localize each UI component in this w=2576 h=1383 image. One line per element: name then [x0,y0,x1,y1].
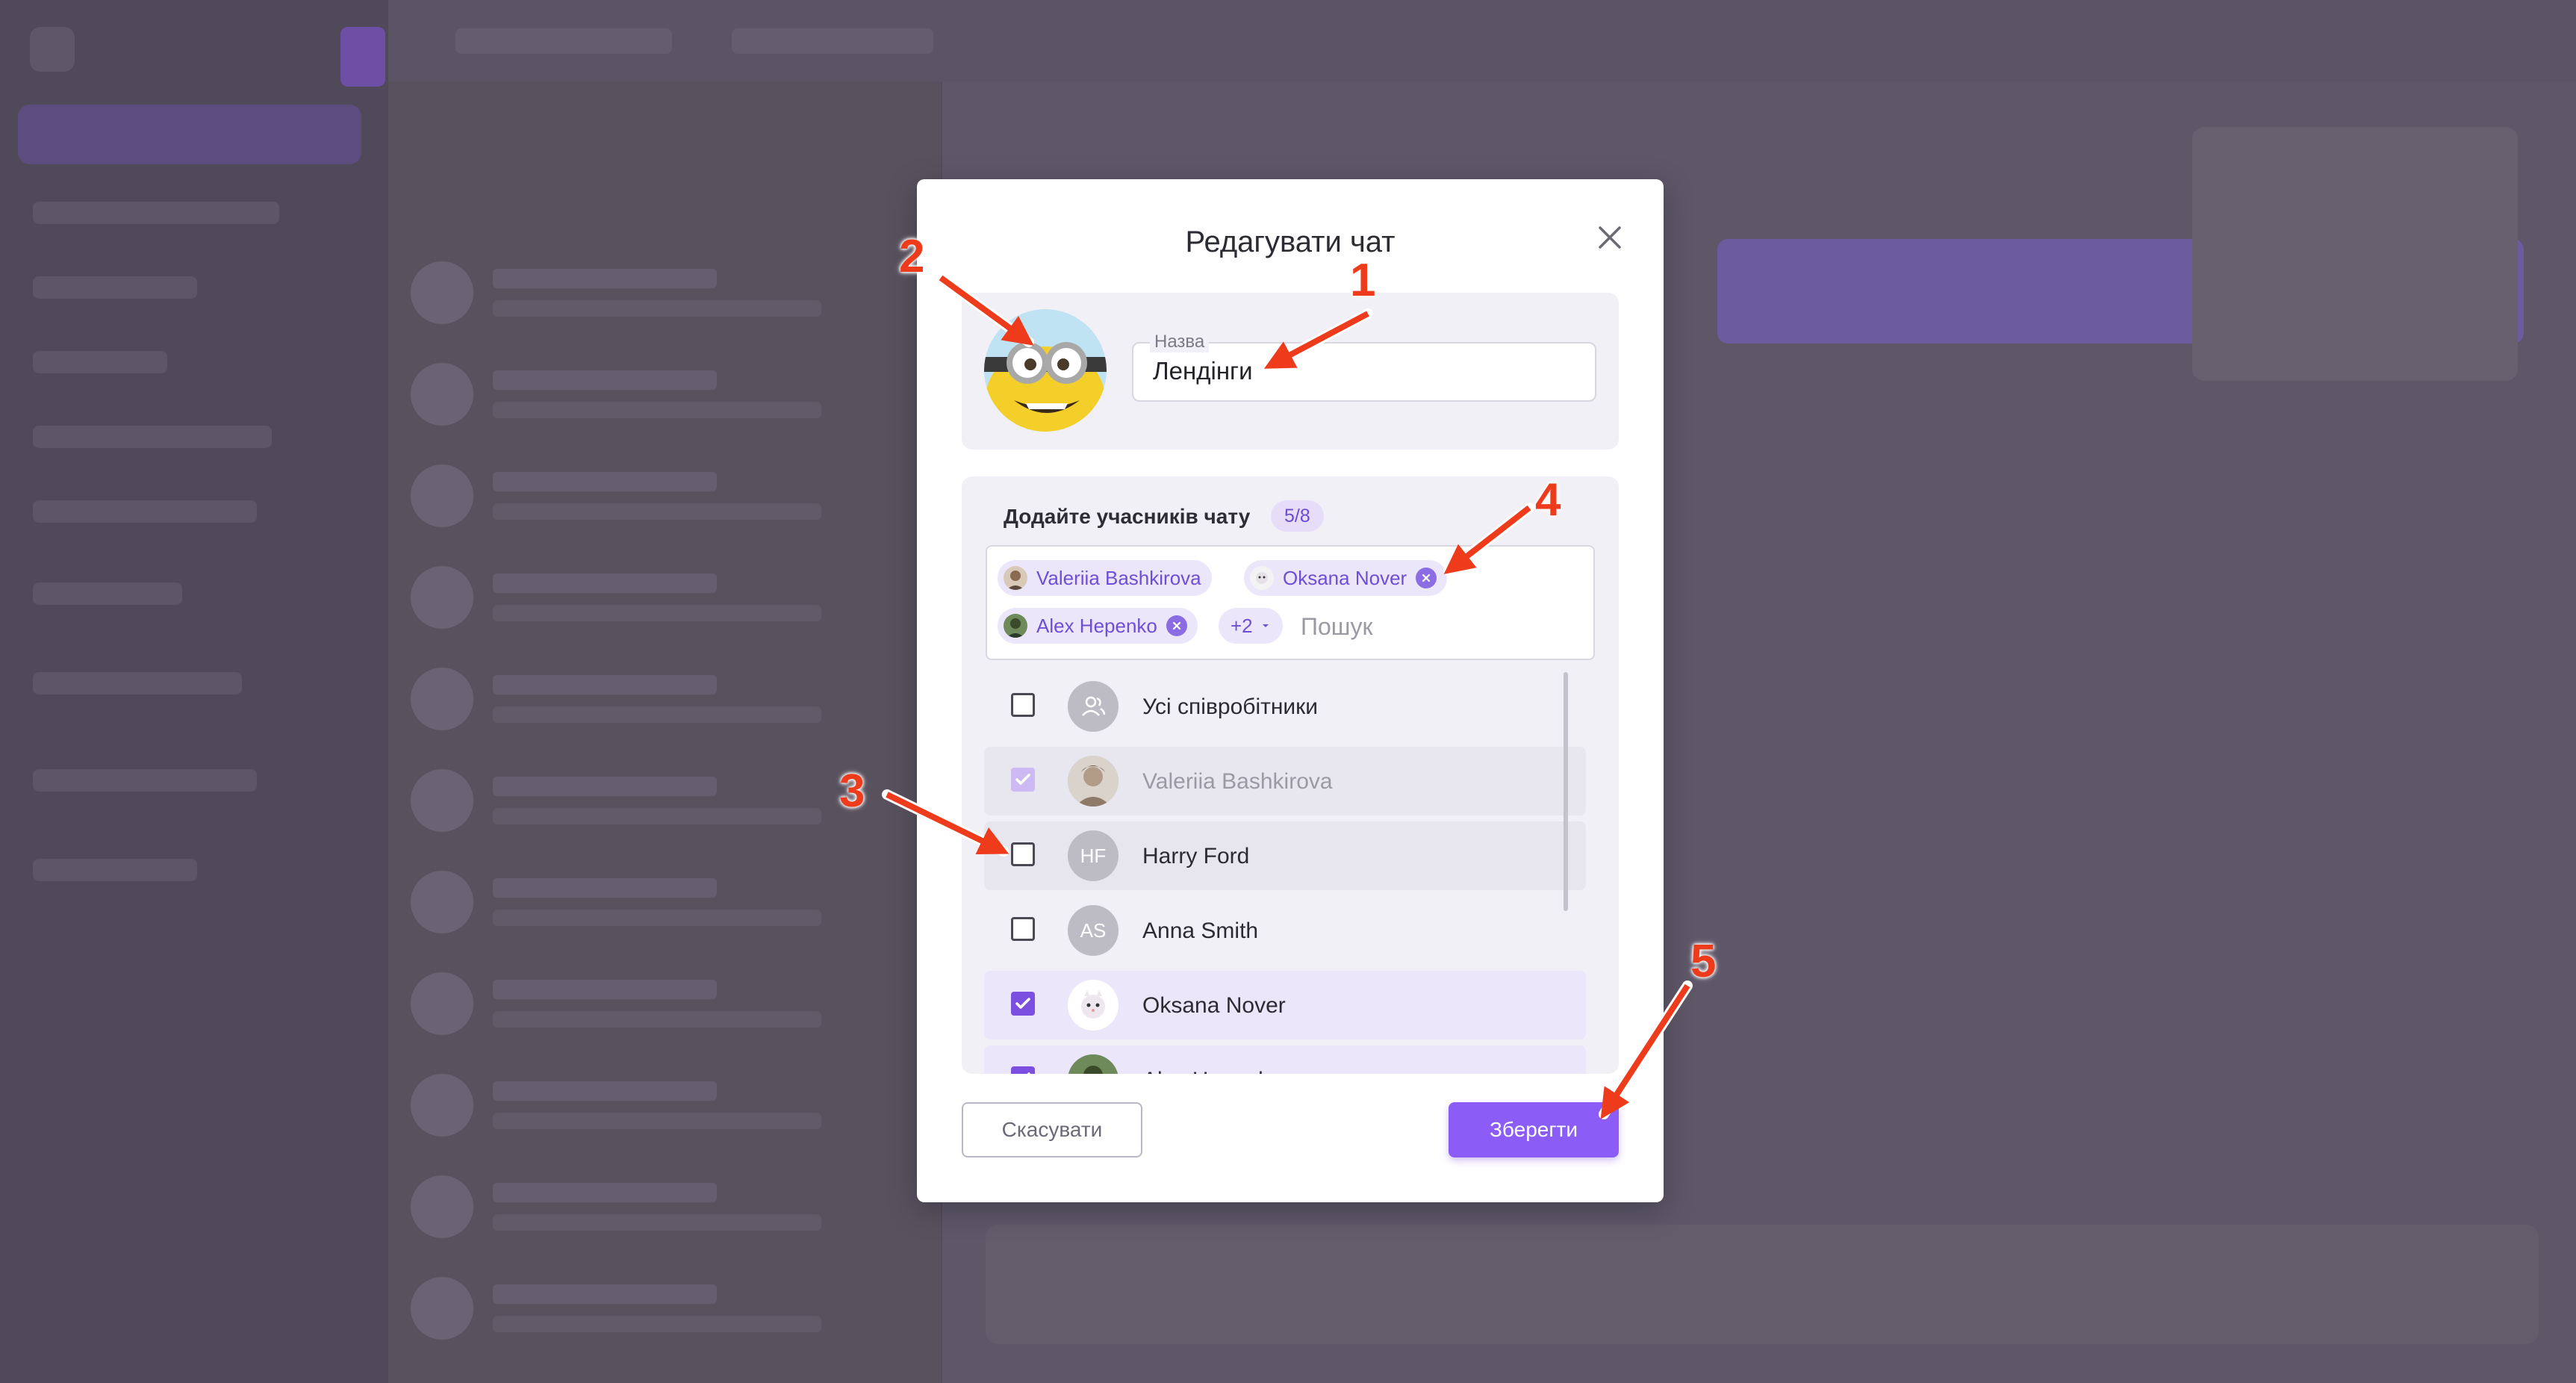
name-panel: Назва Лендінги [962,293,1619,450]
bg-tab [732,28,933,54]
checkbox[interactable] [1011,842,1035,866]
close-icon [1172,621,1180,630]
close-button[interactable] [1592,220,1628,255]
modal-title: Редагувати чат [1185,226,1396,258]
bg-sidebar-item [33,276,197,299]
list-item[interactable]: Alex Hepenko [984,1045,1586,1074]
check-icon [1015,774,1030,785]
bg-chat-row [411,348,926,430]
checkbox [1011,768,1035,792]
selected-members-box[interactable]: Valeriia Bashkirova Oksana Nover Alex He… [986,545,1595,660]
check-icon [1015,998,1030,1009]
list-item[interactable]: AS Anna Smith [984,896,1586,965]
member-name: Harry Ford [1142,844,1250,868]
bg-message-input [986,1225,2539,1344]
checkbox[interactable] [1011,693,1035,717]
close-icon [1422,574,1431,582]
member-search-input[interactable] [1299,608,1571,645]
bg-chat-row [411,653,926,735]
users-icon [1082,696,1106,716]
members-panel: Додайте учасників чату 5/8 Valeriia Bash… [962,476,1619,1074]
avatar [1068,1054,1119,1074]
checkbox[interactable] [1011,1066,1035,1074]
remove-chip-button[interactable] [1416,568,1437,588]
avatar-initials: AS [1068,905,1119,956]
edit-chat-modal: Редагувати чат Назва Лендінги Додайте уч… [917,179,1664,1202]
bg-chat-list [388,82,942,1383]
member-name: Valeriia Bashkirova [1142,769,1333,794]
minion-avatar-icon [984,309,1107,432]
avatar [1004,566,1027,590]
bg-sidebar-item [33,769,257,792]
bg-chat-row [411,1262,926,1344]
member-chip: Alex Hepenko [998,608,1198,644]
list-item[interactable]: HF Harry Ford [984,821,1586,890]
save-button[interactable]: Зберегти [1449,1102,1619,1157]
bg-sidebar-item [33,672,242,694]
annotation-number: 2 [899,231,925,282]
bg-chat-row [411,246,926,329]
close-icon [1599,226,1621,249]
avatar [1068,980,1119,1031]
bg-topbar [388,0,2576,84]
bg-sidebar-item [33,426,272,448]
group-avatar [1068,681,1119,732]
bg-chat-row [411,1059,926,1141]
list-scrollbar[interactable] [1564,672,1568,911]
member-chip: Valeriia Bashkirova [998,560,1212,596]
members-list[interactable]: Усі співробітники Valeriia Bashkirova HF… [984,672,1590,1074]
bg-chat-row [411,1160,926,1243]
avatar [1068,756,1119,807]
members-title: Додайте учасників чату [1004,505,1251,528]
bg-sidebar-item [33,202,279,224]
annotation-number: 4 [1535,474,1561,526]
bg-context-menu [2192,127,2518,381]
member-name: Anna Smith [1142,919,1259,943]
chat-name-field[interactable]: Назва Лендінги [1132,332,1596,402]
member-name: Alex Hepenko [1142,1068,1282,1074]
chat-name-label: Назва [1150,332,1210,352]
member-name: Oksana Nover [1142,993,1286,1018]
bg-sidebar-active-item [18,105,361,164]
avatar [1004,614,1027,638]
annotation-number: 5 [1690,936,1717,987]
chevron-down-icon [1262,624,1269,627]
chat-avatar[interactable] [984,309,1107,432]
checkbox[interactable] [1011,992,1035,1016]
chat-name-value: Лендінги [1153,357,1253,385]
bg-logo [30,27,75,72]
checkbox[interactable] [1011,917,1035,941]
members-count-badge: 5/8 [1271,500,1324,532]
bg-sidebar-item [33,351,167,373]
more-chip-label: +2 [1231,614,1253,637]
more-members-dropdown[interactable]: +2 [1219,608,1283,644]
annotation-number: 3 [839,765,865,817]
bg-collapse-button [340,27,385,87]
member-name: Усі співробітники [1142,694,1319,719]
chip-label: Oksana Nover [1283,566,1407,589]
bg-sidebar-item [33,859,197,881]
list-item[interactable]: Усі співробітники [984,672,1586,741]
bg-chat-row [411,551,926,633]
bg-chat-row [411,856,926,938]
annotation-number: 1 [1350,255,1376,306]
cancel-button[interactable]: Скасувати [962,1102,1142,1157]
bg-sidebar-item [33,582,182,605]
avatar-initials: HF [1068,830,1119,881]
bg-chat-row [411,450,926,532]
bg-sidebar [0,0,388,1383]
list-item[interactable]: Oksana Nover [984,971,1586,1039]
list-item: Valeriia Bashkirova [984,747,1586,815]
chip-label: Valeriia Bashkirova [1036,566,1201,589]
remove-chip-button[interactable] [1166,615,1187,636]
member-chip: Oksana Nover [1244,560,1448,596]
bg-sidebar-item [33,500,257,523]
bg-tab [455,28,672,54]
avatar [1250,566,1274,590]
check-icon [1027,1072,1030,1074]
chip-label: Alex Hepenko [1036,614,1157,637]
bg-chat-row [411,957,926,1039]
